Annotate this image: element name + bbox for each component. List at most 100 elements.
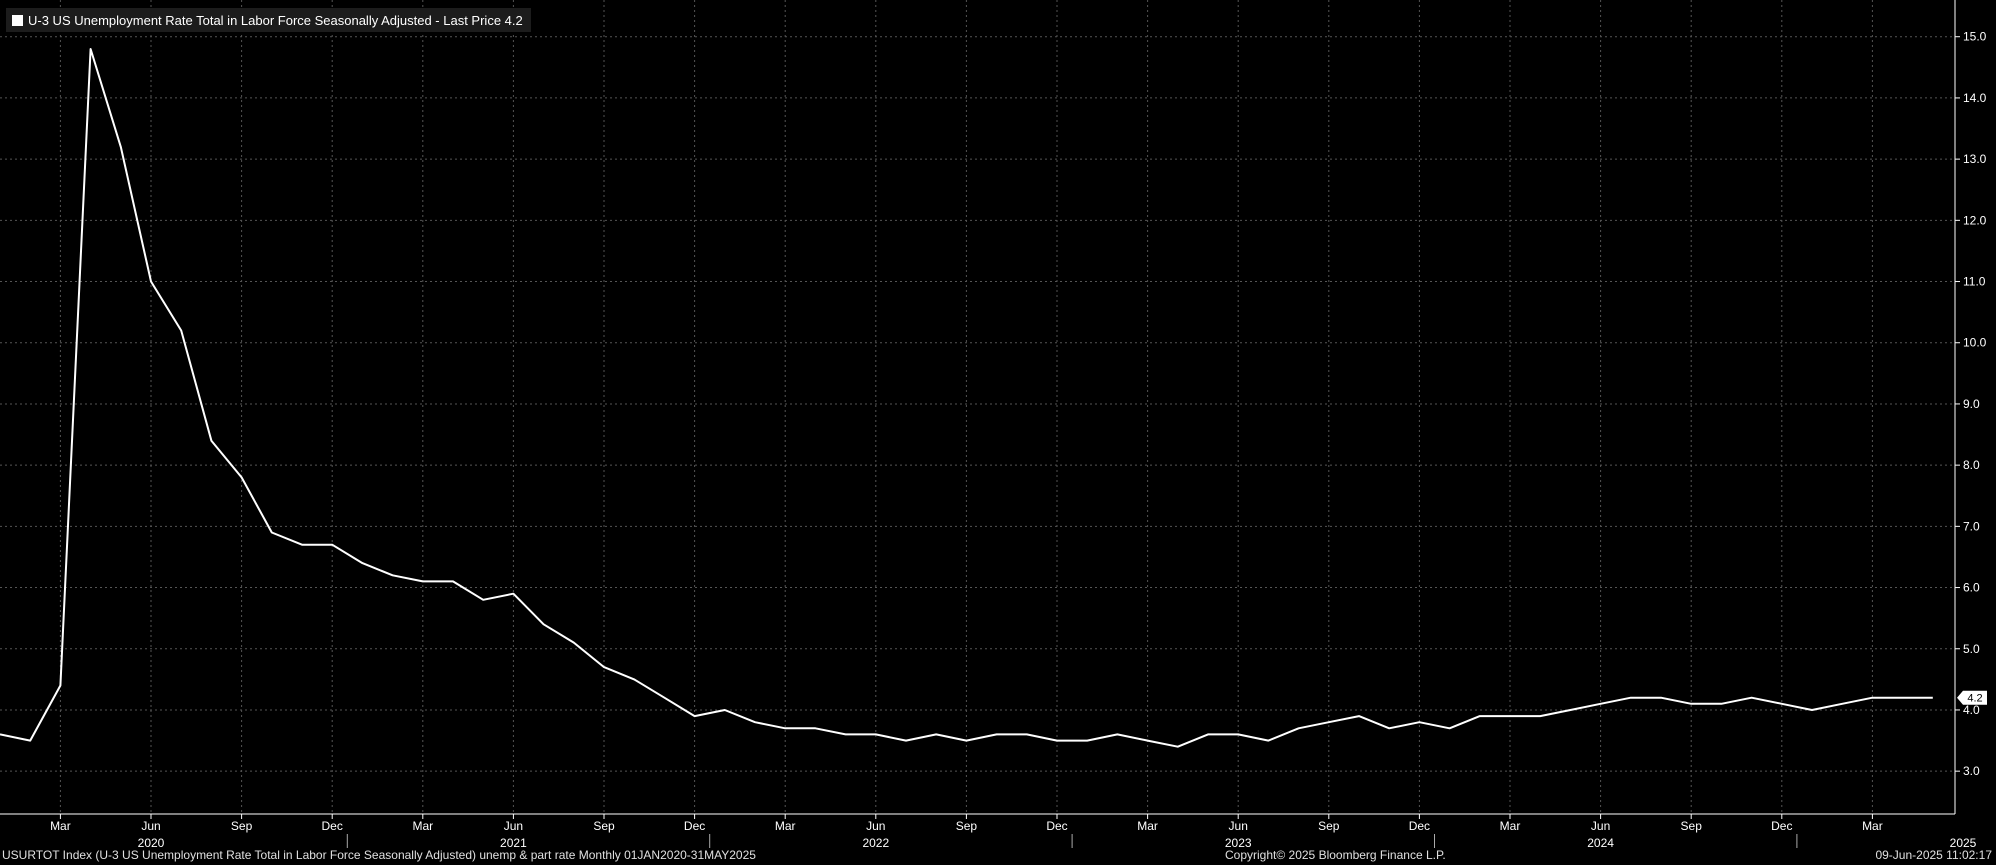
data-point bbox=[1236, 732, 1240, 736]
data-point bbox=[1568, 708, 1572, 712]
data-point bbox=[1870, 696, 1874, 700]
x-tick-label: Jun bbox=[866, 819, 885, 833]
data-point bbox=[1719, 702, 1723, 706]
y-tick-label: 7.0 bbox=[1963, 519, 1980, 533]
data-point bbox=[209, 439, 213, 443]
data-point bbox=[1357, 714, 1361, 718]
data-point bbox=[995, 732, 999, 736]
footer-timestamp: 09-Jun-2025 11:02:17 bbox=[1875, 848, 1992, 862]
y-tick-label: 10.0 bbox=[1963, 336, 1987, 350]
data-point bbox=[1780, 702, 1784, 706]
y-tick-label: 11.0 bbox=[1963, 275, 1986, 289]
data-point bbox=[542, 622, 546, 626]
legend-swatch bbox=[12, 14, 23, 26]
data-point bbox=[934, 732, 938, 736]
footer-copyright: Copyright© 2025 Bloomberg Finance L.P. bbox=[1225, 848, 1446, 862]
data-point bbox=[1508, 714, 1512, 718]
data-point bbox=[904, 739, 908, 743]
data-point bbox=[1901, 696, 1905, 700]
x-tick-label: Mar bbox=[1500, 819, 1521, 833]
y-tick-label: 12.0 bbox=[1963, 213, 1987, 227]
legend-label: U-3 US Unemployment Rate Total in Labor … bbox=[28, 12, 523, 28]
data-point bbox=[723, 708, 727, 712]
data-point bbox=[89, 47, 93, 51]
data-point bbox=[58, 683, 62, 687]
data-point bbox=[300, 543, 304, 547]
x-tick-label: Mar bbox=[1137, 819, 1158, 833]
data-point bbox=[1176, 745, 1180, 749]
data-point bbox=[632, 677, 636, 681]
chart-legend[interactable]: U-3 US Unemployment Rate Total in Labor … bbox=[6, 8, 531, 32]
data-point bbox=[693, 714, 697, 718]
x-tick-label: Sep bbox=[593, 819, 615, 833]
x-tick-label: Sep bbox=[956, 819, 978, 833]
y-tick-label: 15.0 bbox=[1963, 30, 1987, 44]
data-point bbox=[1689, 702, 1693, 706]
data-point bbox=[1448, 726, 1452, 730]
data-point bbox=[240, 475, 244, 479]
data-point bbox=[1327, 720, 1331, 724]
data-point bbox=[874, 732, 878, 736]
data-point bbox=[1659, 696, 1663, 700]
year-label: 2022 bbox=[862, 836, 889, 850]
data-point bbox=[1840, 702, 1844, 706]
x-tick-label: Mar bbox=[1862, 819, 1883, 833]
data-point bbox=[481, 598, 485, 602]
chart-area: 3.0 4.0 5.0 6.0 7.0 8.0 9.0 10.0 11.0 12.0 13.0 14.… bbox=[0, 0, 1996, 865]
data-point bbox=[28, 739, 32, 743]
data-point bbox=[179, 328, 183, 332]
x-tick-label: Dec bbox=[1046, 819, 1067, 833]
data-point bbox=[1538, 714, 1542, 718]
y-tick-label: 4.0 bbox=[1963, 703, 1980, 717]
x-tick-label: Jun bbox=[1591, 819, 1610, 833]
x-tick-label: Jun bbox=[141, 819, 160, 833]
data-point bbox=[270, 530, 274, 534]
year-label: 2024 bbox=[1587, 836, 1614, 850]
y-tick-label: 3.0 bbox=[1963, 764, 1980, 778]
x-tick-label: Dec bbox=[322, 819, 343, 833]
y-tick-label: 9.0 bbox=[1963, 397, 1980, 411]
data-point bbox=[783, 726, 787, 730]
x-tick-label: Sep bbox=[1681, 819, 1703, 833]
data-point bbox=[119, 145, 123, 149]
x-tick-label: Jun bbox=[1229, 819, 1248, 833]
data-point bbox=[844, 732, 848, 736]
x-tick-label: Sep bbox=[1318, 819, 1340, 833]
data-point bbox=[572, 641, 576, 645]
data-point bbox=[1599, 702, 1603, 706]
last-value-label: 4.2 bbox=[1967, 693, 1982, 705]
data-point bbox=[602, 665, 606, 669]
data-point bbox=[1025, 732, 1029, 736]
data-point bbox=[1810, 708, 1814, 712]
data-point bbox=[1478, 714, 1482, 718]
x-tick-label: Dec bbox=[1409, 819, 1430, 833]
x-tick-label: Mar bbox=[775, 819, 796, 833]
data-point bbox=[451, 579, 455, 583]
data-point bbox=[330, 543, 334, 547]
data-point bbox=[360, 561, 364, 565]
x-tick-label: Dec bbox=[684, 819, 705, 833]
data-point bbox=[662, 696, 666, 700]
x-tick-label: Jun bbox=[504, 819, 523, 833]
y-tick-label: 14.0 bbox=[1963, 91, 1987, 105]
data-point bbox=[421, 579, 425, 583]
data-point bbox=[1266, 739, 1270, 743]
data-point bbox=[1115, 732, 1119, 736]
x-tick-label: Mar bbox=[412, 819, 433, 833]
x-tick-label: Sep bbox=[231, 819, 253, 833]
data-point bbox=[1387, 726, 1391, 730]
data-point bbox=[149, 280, 153, 284]
x-tick-label: Mar bbox=[50, 819, 71, 833]
data-point bbox=[391, 573, 395, 577]
data-point bbox=[1297, 726, 1301, 730]
y-tick-label: 5.0 bbox=[1963, 642, 1980, 656]
data-point bbox=[1055, 739, 1059, 743]
data-point bbox=[1085, 739, 1089, 743]
data-point bbox=[1206, 732, 1210, 736]
footer-security-description: USURTOT Index (U-3 US Unemployment Rate … bbox=[2, 848, 756, 862]
x-tick-label: Dec bbox=[1771, 819, 1792, 833]
data-point bbox=[813, 726, 817, 730]
data-point bbox=[1146, 739, 1150, 743]
data-point bbox=[1750, 696, 1754, 700]
data-point bbox=[1629, 696, 1633, 700]
